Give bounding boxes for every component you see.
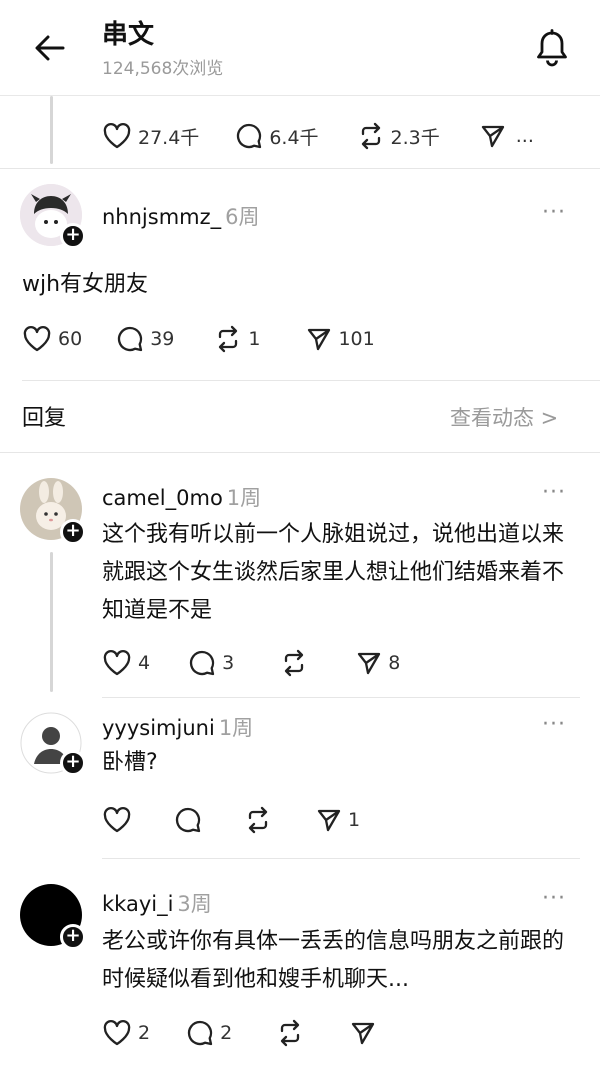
comment-button[interactable]: 2 <box>186 1019 232 1047</box>
divider <box>102 697 580 698</box>
divider <box>102 858 580 859</box>
follow-plus-icon[interactable]: + <box>60 924 86 950</box>
more-options-icon[interactable]: ··· <box>542 480 566 505</box>
repost-icon <box>219 325 238 353</box>
username[interactable]: nhnjsmmz_ <box>102 205 221 229</box>
replies-heading: 回复 <box>22 406 67 431</box>
divider <box>0 168 600 169</box>
comment-count: 6.4千 <box>269 126 319 149</box>
heart-icon <box>103 1020 131 1046</box>
comment-button[interactable] <box>174 806 202 834</box>
thread-line <box>50 96 53 164</box>
share-button[interactable]: 8 <box>356 650 400 676</box>
comment-button[interactable]: 39 <box>116 325 174 353</box>
divider <box>22 380 600 381</box>
reply-actions: 1 <box>102 806 360 834</box>
comment-icon <box>175 807 201 833</box>
share-button[interactable]: ... <box>480 123 534 149</box>
like-count: 27.4千 <box>138 126 200 149</box>
header: 串文 124,568次浏览 <box>0 0 600 96</box>
username[interactable]: camel_0mo <box>102 486 223 510</box>
share-count: 101 <box>338 328 375 350</box>
follow-plus-icon[interactable]: + <box>60 750 86 776</box>
bell-icon <box>537 29 567 67</box>
view-count: 124,568次浏览 <box>102 59 224 79</box>
comment-icon <box>118 326 143 352</box>
repost-icon <box>248 806 268 834</box>
more-options-icon[interactable]: ··· <box>542 886 566 911</box>
comment-icon <box>190 650 215 676</box>
like-button[interactable]: 27.4千 <box>102 122 199 150</box>
send-icon <box>317 809 341 832</box>
reply-time: 1周 <box>226 486 262 510</box>
reply-actions: 4 3 8 <box>102 649 400 677</box>
like-button[interactable]: 2 <box>102 1019 150 1047</box>
comment-count: 3 <box>222 652 235 674</box>
reply-text: 卧槽? <box>102 750 158 775</box>
divider <box>0 452 600 453</box>
like-button[interactable]: 60 <box>22 325 82 353</box>
share-count: 8 <box>388 652 401 674</box>
post-time: 6周 <box>225 205 260 229</box>
repost-button[interactable]: 2.3千 <box>357 122 440 150</box>
comment-icon <box>237 123 262 149</box>
reply-author[interactable]: yyysimjuni 1周 <box>102 712 253 742</box>
heart-icon <box>103 123 131 149</box>
reply-time: 1周 <box>218 716 254 740</box>
repost-count: 2.3千 <box>390 126 440 149</box>
share-count: 1 <box>348 809 361 831</box>
repost-icon <box>281 1019 300 1047</box>
comment-count: 2 <box>220 1022 233 1044</box>
post-author[interactable]: nhnjsmmz_ 6周 <box>102 201 260 231</box>
repost-icon <box>361 122 380 150</box>
view-activity-link[interactable]: 查看动态 > <box>450 402 558 432</box>
like-button[interactable] <box>102 806 132 834</box>
thread-line <box>50 552 53 692</box>
page-title: 串文 <box>102 20 155 50</box>
follow-plus-icon[interactable]: + <box>60 519 86 545</box>
comment-icon <box>188 1020 213 1046</box>
send-icon <box>481 125 504 148</box>
arrow-left-icon <box>35 35 65 61</box>
share-button[interactable] <box>350 1020 376 1046</box>
reply-actions: 2 2 <box>102 1019 376 1047</box>
repost-button[interactable]: 1 <box>214 325 260 353</box>
comment-button[interactable]: 6.4千 <box>235 122 319 150</box>
heart-icon <box>23 326 51 352</box>
reply-text: 老公或许你有具体一丢丢的信息吗朋友之前跟的时候疑似看到他和嫂手机聊天... <box>102 929 565 992</box>
heart-icon <box>103 650 131 676</box>
heart-icon <box>103 807 131 833</box>
send-icon <box>308 328 331 351</box>
post-actions: 60 39 1 101 <box>22 325 375 353</box>
back-button[interactable] <box>30 28 70 68</box>
send-icon <box>358 652 381 675</box>
more-options-icon[interactable]: ··· <box>542 712 566 737</box>
repost-count: 1 <box>248 328 261 350</box>
comment-count: 39 <box>150 328 175 350</box>
like-count: 4 <box>138 652 151 674</box>
post-text: wjh有女朋友 <box>22 272 149 297</box>
follow-plus-icon[interactable]: + <box>60 223 86 249</box>
share-button[interactable]: 101 <box>306 326 375 352</box>
repost-icon <box>285 649 304 677</box>
like-count: 60 <box>58 328 83 350</box>
notification-button[interactable] <box>530 26 574 70</box>
more-label: ... <box>515 125 534 147</box>
username[interactable]: yyysimjuni <box>102 716 215 740</box>
like-button[interactable]: 4 <box>102 649 150 677</box>
reply-author[interactable]: camel_0mo 1周 <box>102 482 261 512</box>
reply-author[interactable]: kkayi_i 3周 <box>102 888 212 918</box>
reply-text: 这个我有听以前一个人脉姐说过，说他出道以来就跟这个女生谈然后家里人想让他们结婚来… <box>102 522 565 623</box>
repost-button[interactable] <box>244 806 272 834</box>
more-options-icon[interactable]: ··· <box>542 200 566 225</box>
username[interactable]: kkayi_i <box>102 892 173 916</box>
repost-button[interactable] <box>280 649 308 677</box>
top-post-actions: 27.4千 6.4千 2.3千 ... <box>102 122 534 150</box>
like-count: 2 <box>138 1022 151 1044</box>
reply-time: 3周 <box>177 892 212 916</box>
repost-button[interactable] <box>276 1019 304 1047</box>
send-icon <box>352 1022 375 1045</box>
share-button[interactable]: 1 <box>316 807 360 833</box>
comment-button[interactable]: 3 <box>188 649 234 677</box>
